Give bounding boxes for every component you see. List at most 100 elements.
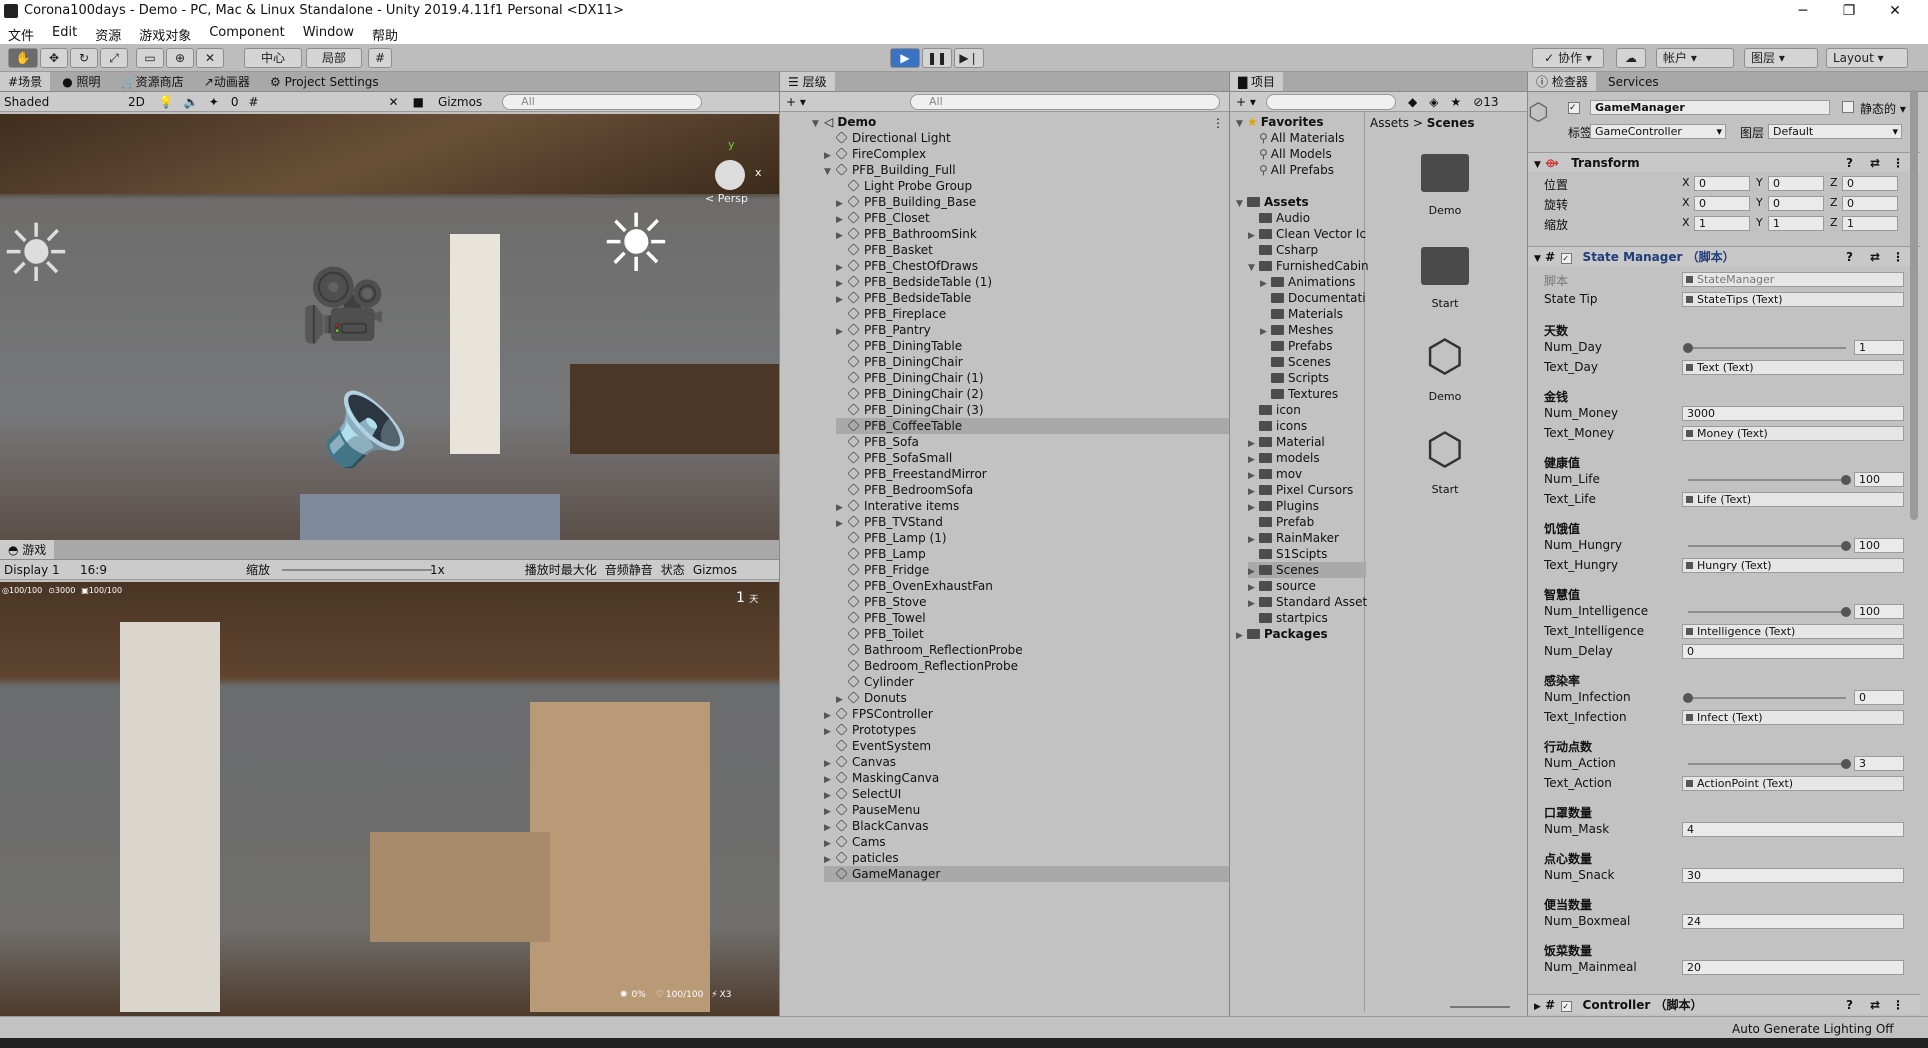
step-button-icon[interactable]: ▶❘	[954, 48, 984, 68]
hidden-packages-icon[interactable]: ⊘	[1473, 95, 1483, 109]
minimize-button[interactable]: ─	[1780, 0, 1826, 22]
tab-project[interactable]: ▇ 项目	[1230, 72, 1284, 91]
tag-dropdown[interactable]: GameController ▾	[1590, 124, 1726, 139]
hidden-count[interactable]: 0	[231, 95, 239, 109]
number-input[interactable]: 3000	[1682, 406, 1904, 421]
menu-window[interactable]: Window	[295, 22, 364, 44]
hierarchy-item[interactable]: ▶ PFB_TVStand	[836, 514, 1229, 530]
state-manager-header[interactable]: ▼ # ✓ State Manager （脚本） ? ⇄ ⋮	[1528, 246, 1920, 266]
expand-arrow-icon[interactable]: ▼	[1236, 196, 1247, 212]
expand-arrow-icon[interactable]: ▶	[1236, 628, 1247, 644]
asset-item[interactable]: Demo	[1395, 142, 1495, 232]
hierarchy-item[interactable]: PFB_Towel	[836, 610, 1229, 626]
icon-size-slider[interactable]	[1450, 1006, 1510, 1008]
hierarchy-item[interactable]: ▶ PFB_BedsideTable (1)	[836, 274, 1229, 290]
slider-knob[interactable]	[1683, 343, 1693, 353]
project-tree-item[interactable]: ▶ mov	[1248, 466, 1366, 482]
project-tree-item[interactable]: ▶ Scenes	[1248, 562, 1366, 578]
component-enabled-checkbox[interactable]: ✓	[1561, 253, 1573, 264]
preset-icon[interactable]: ⇄	[1870, 995, 1880, 1015]
tab-lighting[interactable]: ● 照明	[54, 72, 108, 91]
hierarchy-item[interactable]: ▶ PFB_Pantry	[836, 322, 1229, 338]
transform-header[interactable]: ▼ ⟴ Transform ? ⇄ ⋮	[1528, 152, 1920, 172]
object-field[interactable]: Infect (Text)	[1682, 710, 1904, 725]
scene-gizmos-dropdown[interactable]: Gizmos	[438, 95, 482, 109]
game-viewport[interactable]: ◎ 100/100 ⊙ 3000 ▣ 100/100 1 天 ✺ 0% ♡ 100/100…	[0, 582, 779, 1016]
slider-track[interactable]	[1688, 611, 1846, 613]
tools-icon[interactable]: ✕	[389, 95, 399, 109]
audio-toggle-icon[interactable]: 🔈	[184, 95, 199, 109]
game-gizmos-dropdown[interactable]: Gizmos	[693, 563, 737, 577]
maximize-on-play-toggle[interactable]: 播放时最大化	[525, 561, 597, 578]
breadcrumb-assets[interactable]: Assets	[1370, 116, 1409, 130]
hierarchy-item[interactable]: PFB_BedroomSofa	[836, 482, 1229, 498]
menu-help[interactable]: 帮助	[364, 22, 408, 44]
pause-button-icon[interactable]: ❚❚	[922, 48, 952, 68]
hierarchy-item[interactable]: PFB_Lamp	[836, 546, 1229, 562]
menu-gameobject[interactable]: 游戏对象	[131, 22, 201, 44]
favorite-icon[interactable]: ★	[1450, 95, 1461, 109]
hierarchy-item[interactable]: ▶ MaskingCanva	[824, 770, 1229, 786]
transform-y-input[interactable]: 0	[1768, 176, 1824, 191]
component-menu-icon[interactable]: ⋮	[1892, 153, 1904, 173]
slider-value-input[interactable]: 3	[1854, 756, 1904, 771]
transform-x-input[interactable]: 0	[1694, 176, 1750, 191]
hierarchy-item[interactable]: Directional Light	[824, 130, 1229, 146]
hierarchy-item[interactable]: ▶ PFB_Building_Base	[836, 194, 1229, 210]
project-tree-item[interactable]: Documentati	[1260, 290, 1366, 306]
hierarchy-item[interactable]: GameManager	[824, 866, 1229, 882]
filter-label-icon[interactable]: ◈	[1429, 95, 1438, 109]
project-tree-item[interactable]: ▶ source	[1248, 578, 1366, 594]
hierarchy-item[interactable]: ▶ paticles	[824, 850, 1229, 866]
hierarchy-item[interactable]: PFB_DiningChair (3)	[836, 402, 1229, 418]
scale-tool-icon[interactable]: ⤢	[100, 48, 128, 68]
collab-dropdown[interactable]: ✓ 协作 ▾	[1532, 48, 1604, 68]
account-dropdown[interactable]: 帐户 ▾	[1656, 48, 1734, 68]
slider-track[interactable]	[1688, 763, 1846, 765]
transform-y-input[interactable]: 1	[1768, 216, 1824, 231]
perspective-label[interactable]: < Persp	[705, 192, 748, 205]
fx-toggle-icon[interactable]: ✦	[209, 95, 219, 109]
custom-tool-icon[interactable]: ✕	[196, 48, 224, 68]
display-dropdown[interactable]: Display 1	[0, 563, 80, 577]
cloud-icon[interactable]: ☁	[1616, 48, 1646, 68]
tab-project-settings[interactable]: ⚙ Project Settings	[262, 72, 387, 91]
rect-tool-icon[interactable]: ▭	[136, 48, 164, 68]
tab-animator[interactable]: ↗动画器	[196, 72, 258, 91]
menu-component[interactable]: Component	[201, 22, 294, 44]
aspect-dropdown[interactable]: 16:9	[80, 563, 236, 577]
shading-dropdown[interactable]: Shaded	[0, 95, 118, 109]
transform-z-input[interactable]: 0	[1842, 176, 1898, 191]
hierarchy-item[interactable]: PFB_OvenExhaustFan	[836, 578, 1229, 594]
static-checkbox[interactable]	[1842, 101, 1854, 113]
project-tree-item[interactable]: ▶ Pixel Cursors	[1248, 482, 1366, 498]
object-field[interactable]: Money (Text)	[1682, 426, 1904, 441]
slider-value-input[interactable]: 100	[1854, 538, 1904, 553]
hierarchy-item[interactable]: PFB_Fireplace	[836, 306, 1229, 322]
slider-knob[interactable]	[1683, 693, 1693, 703]
inspector-scrollbar[interactable]	[1910, 90, 1918, 520]
hierarchy-item[interactable]: ▶ Donuts	[836, 690, 1229, 706]
mute-audio-toggle[interactable]: 音频静音	[605, 561, 653, 578]
project-tree-item[interactable]: Prefabs	[1260, 338, 1366, 354]
preset-icon[interactable]: ⇄	[1870, 153, 1880, 173]
grid-snap-icon[interactable]: #	[368, 48, 392, 68]
hierarchy-item[interactable]: ▶ FPSController	[824, 706, 1229, 722]
number-input[interactable]: 4	[1682, 822, 1904, 837]
pivot-button[interactable]: 中心	[244, 48, 302, 68]
hierarchy-item[interactable]: PFB_DiningChair	[836, 354, 1229, 370]
menu-assets[interactable]: 资源	[87, 22, 131, 44]
static-label[interactable]: 静态的 ▾	[1860, 100, 1906, 117]
help-icon[interactable]: ?	[1846, 247, 1853, 267]
transform-tool-icon[interactable]: ⊕	[166, 48, 194, 68]
hierarchy-item[interactable]: ▶ Cams	[824, 834, 1229, 850]
stats-toggle[interactable]: 状态	[661, 561, 685, 578]
project-tree-item[interactable]: ▶ Clean Vector Ic	[1248, 226, 1366, 242]
project-tree-item[interactable]: Materials	[1260, 306, 1366, 322]
project-tree-item[interactable]: ▶ Standard Asset	[1248, 594, 1367, 610]
menu-file[interactable]: 文件	[0, 22, 44, 44]
light-toggle-icon[interactable]: 💡	[159, 95, 174, 109]
component-enabled-checkbox[interactable]: ✓	[1561, 1001, 1573, 1012]
transform-z-input[interactable]: 0	[1842, 196, 1898, 211]
slider-track[interactable]	[1688, 479, 1846, 481]
